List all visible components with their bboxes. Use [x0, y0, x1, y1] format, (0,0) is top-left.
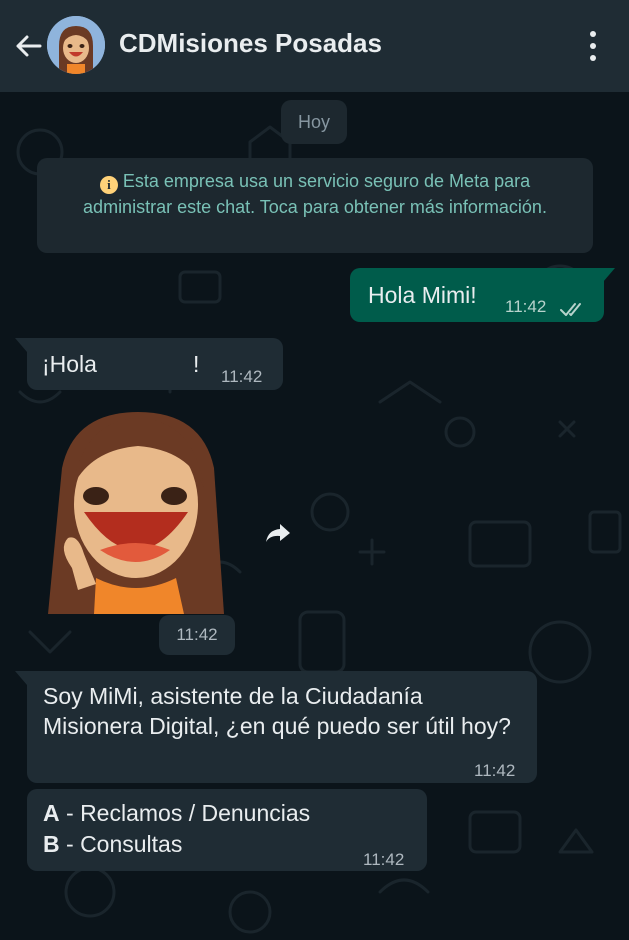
chat-header: CDMisiones Posadas — [0, 0, 629, 92]
avatar[interactable] — [47, 16, 105, 74]
message-text: ¡Hola — [42, 351, 97, 377]
business-notice[interactable]: i Esta empresa usa un servicio seguro de … — [37, 158, 593, 253]
notice-text: Esta empresa usa un servicio seguro de M… — [83, 171, 547, 217]
option-label: - Consultas — [59, 831, 183, 857]
girl-waving-sticker[interactable] — [38, 408, 226, 614]
option-key: B — [43, 831, 60, 857]
message-time: 11:42 — [221, 367, 263, 386]
date-chip: Hoy — [281, 100, 347, 144]
message-time: 11:42 — [363, 850, 405, 869]
back-arrow-icon[interactable] — [10, 28, 46, 64]
message-text: Hola Mimi! — [368, 282, 477, 308]
message-time: 11:42 — [474, 761, 516, 780]
bubble-tail — [15, 671, 27, 685]
message-text-suffix: ! — [193, 351, 200, 377]
chat-title[interactable]: CDMisiones Posadas — [119, 28, 382, 59]
bubble-tail — [15, 338, 27, 352]
incoming-options-message[interactable]: A - Reclamos / Denuncias B - Consultas 1… — [27, 789, 427, 871]
forward-icon[interactable] — [258, 513, 298, 553]
option-b: B - Consultas — [43, 829, 182, 859]
info-icon: i — [99, 176, 118, 194]
sticker-time: 11:42 — [159, 615, 235, 655]
double-check-icon — [560, 294, 586, 324]
option-label: - Reclamos / Denuncias — [59, 800, 311, 826]
incoming-message[interactable]: ¡Hola ! 11:42 — [27, 338, 283, 390]
message-text: Soy MiMi, asistente de la Ciudadanía Mis… — [43, 683, 511, 739]
bubble-tail — [603, 268, 615, 282]
outgoing-message[interactable]: Hola Mimi! 11:42 — [350, 268, 604, 322]
option-a: A - Reclamos / Denuncias — [43, 798, 310, 828]
message-time: 11:42 — [505, 297, 547, 316]
more-options-icon[interactable] — [578, 26, 608, 66]
option-key: A — [43, 800, 60, 826]
incoming-message[interactable]: Soy MiMi, asistente de la Ciudadanía Mis… — [27, 671, 537, 783]
